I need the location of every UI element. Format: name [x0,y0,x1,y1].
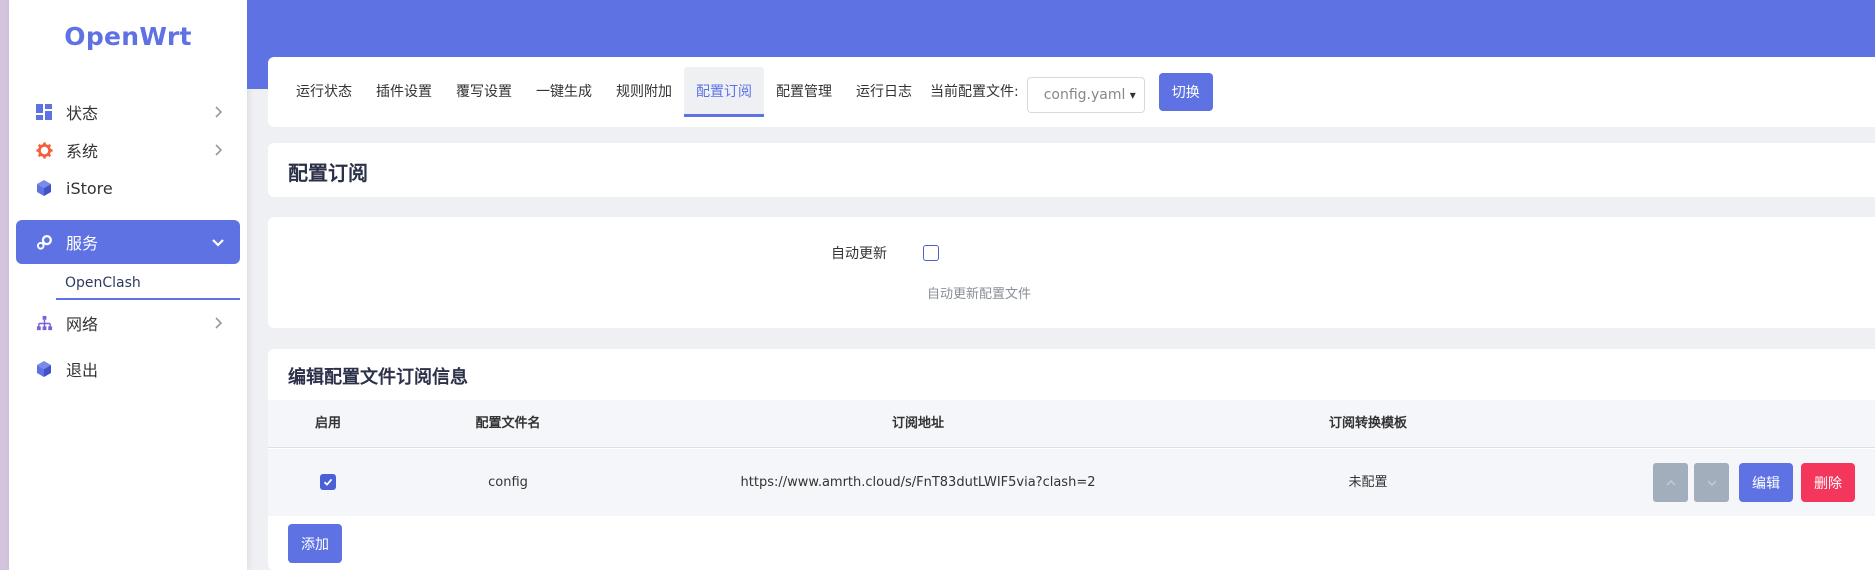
column-header-enabled: 启用 [314,416,341,431]
sidebar-item-label: 退出 [66,361,99,380]
tab-override-settings[interactable]: 覆写设置 [444,67,524,117]
auto-update-checkbox[interactable] [923,245,939,261]
page-title: 配置订阅 [288,161,368,185]
chevron-up-icon [1666,479,1675,485]
window-edge [0,0,9,570]
chevron-right-icon [215,144,223,156]
column-header-convert-template: 订阅转换模板 [1328,416,1407,431]
tabs-card: 运行状态 插件设置 覆写设置 一键生成 规则附加 配置订阅 配置管理 运行日志 … [268,57,1875,127]
tab-plugin-settings[interactable]: 插件设置 [364,67,444,117]
network-icon [34,313,54,333]
move-down-button[interactable] [1694,463,1729,502]
tab-run-log[interactable]: 运行日志 [844,67,924,117]
sidebar-item-services[interactable]: 服务 [16,220,240,264]
chevron-down-icon [212,239,224,247]
table-header: 启用 配置文件名 订阅地址 订阅转换模板 [268,400,1875,448]
sidebar-item-label: 网络 [66,315,99,334]
gear-icon [34,140,54,160]
column-header-config-name: 配置文件名 [475,416,541,431]
logo: OpenWrt [64,22,192,51]
edit-button[interactable]: 编辑 [1739,463,1793,502]
sidebar-subitem-label: OpenClash [65,275,141,291]
tab-rule-append[interactable]: 规则附加 [604,67,684,117]
sidebar-item-label: 状态 [66,104,99,123]
add-button[interactable]: 添加 [288,524,342,563]
auto-update-description: 自动更新配置文件 [927,287,1032,302]
switch-config-button[interactable]: 切换 [1158,73,1213,111]
sidebar-item-label: 系统 [66,142,99,161]
config-select-value: config.yaml [1043,86,1126,103]
subscription-section-title: 编辑配置文件订阅信息 [288,367,468,388]
sidebar-subitem-openclash[interactable]: OpenClash [56,272,240,300]
current-config-label: 当前配置文件: [930,84,1019,100]
sidebar-item-label: 服务 [66,234,99,253]
row-subscription-url: https://www.amrth.cloud/s/FnT83dutLWIF5v… [740,475,1096,490]
delete-button[interactable]: 删除 [1801,463,1855,502]
sidebar: OpenWrt 状态 系统 iStore 服务 OpenClash 网络 退出 [9,0,247,570]
tab-running-status[interactable]: 运行状态 [284,67,364,117]
chevron-right-icon [215,317,223,329]
tab-config-subscription[interactable]: 配置订阅 [684,67,764,117]
row-config-name: config [488,475,528,490]
tab-bar: 运行状态 插件设置 覆写设置 一键生成 规则附加 配置订阅 配置管理 运行日志 … [284,67,1213,117]
sidebar-item-label: iStore [66,178,113,198]
auto-update-card: 自动更新 自动更新配置文件 [268,217,1875,328]
sidebar-item-logout[interactable]: 退出 [16,347,240,391]
tab-config-management[interactable]: 配置管理 [764,67,844,117]
sidebar-item-istore[interactable]: iStore [16,166,240,210]
tab-one-click-generate[interactable]: 一键生成 [524,67,604,117]
checkmark-icon [323,478,333,486]
cube-icon [34,359,54,379]
chevron-down-icon: ▾ [1129,87,1136,102]
table-row: config https://www.amrth.cloud/s/FnT83du… [268,449,1875,516]
row-convert-template: 未配置 [1348,475,1388,490]
services-icon [34,232,54,252]
column-header-subscription-url: 订阅地址 [891,416,944,431]
move-up-button[interactable] [1653,463,1688,502]
sidebar-item-network[interactable]: 网络 [16,301,240,345]
row-enabled-checkbox[interactable] [320,474,336,490]
auto-update-label: 自动更新 [831,246,887,262]
subscription-list-card: 编辑配置文件订阅信息 启用 配置文件名 订阅地址 订阅转换模板 config h… [268,349,1875,570]
page-title-card: 配置订阅 [268,143,1875,197]
chevron-right-icon [215,106,223,118]
cube-icon [34,178,54,198]
chevron-down-icon [1707,480,1716,486]
dashboard-icon [34,102,54,122]
config-select[interactable]: config.yaml ▾ [1026,76,1145,113]
